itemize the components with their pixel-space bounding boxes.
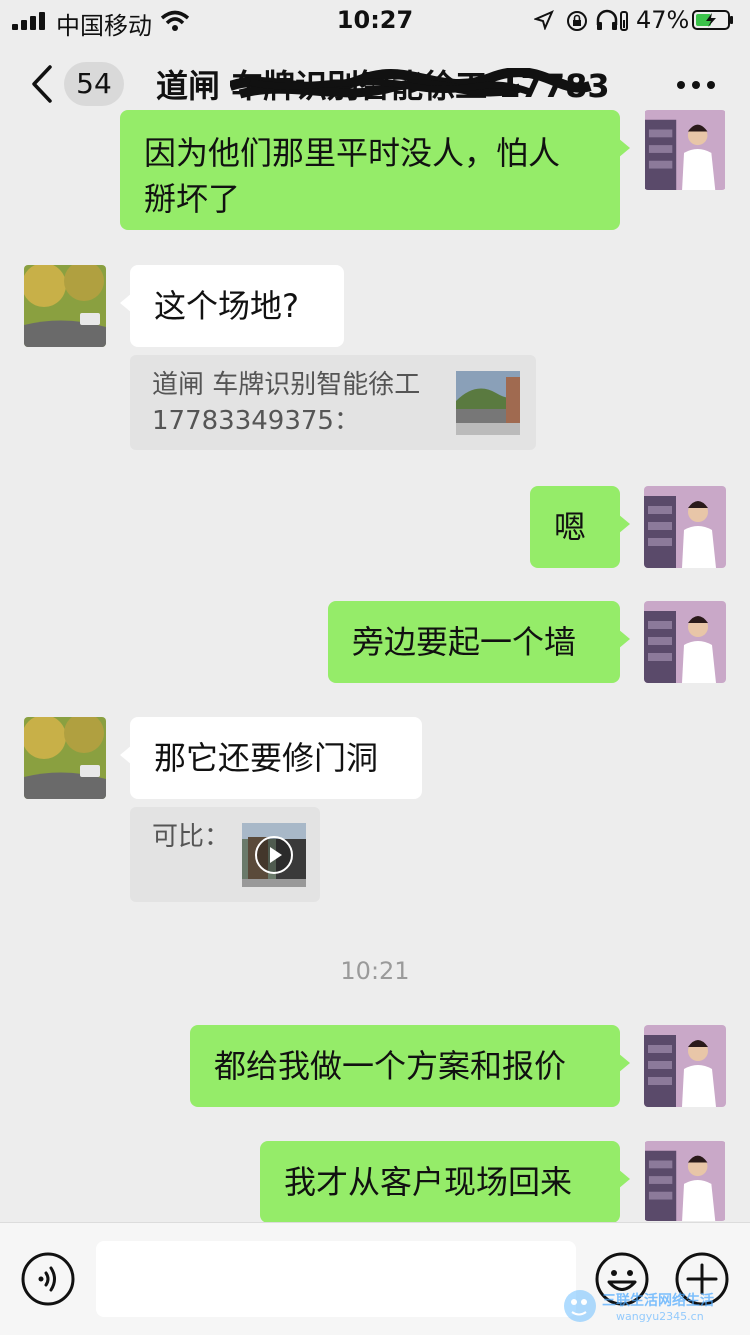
message-bubble-outgoing[interactable]: 嗯 — [530, 486, 630, 568]
rotation-lock-icon — [567, 11, 587, 31]
avatar-contact-image — [24, 717, 106, 799]
redaction-scribble — [230, 68, 592, 99]
message-bubble-outgoing[interactable]: 我才从客户现场回来 — [260, 1141, 630, 1223]
message-text: 都给我做一个方案和报价 — [214, 1047, 567, 1085]
avatar-contact-image — [24, 265, 106, 347]
message-text: 我才从客户现场回来 — [284, 1163, 573, 1201]
avatar-self-image — [644, 486, 726, 568]
message-bubble-outgoing[interactable]: 旁边要起一个墙 — [328, 601, 630, 683]
message-timestamp: 10:21 — [340, 957, 410, 985]
avatar-self[interactable] — [644, 486, 726, 568]
quote-text: 可比： — [152, 822, 231, 852]
voice-icon[interactable] — [20, 1251, 76, 1307]
message-bubble-incoming[interactable]: 这个场地? — [120, 265, 344, 347]
quote-video-thumbnail[interactable] — [242, 823, 306, 887]
watermark-text: 三联生活网络生活 — [602, 1293, 714, 1309]
quote-thumbnail-image[interactable] — [456, 371, 520, 435]
chevron-left-icon[interactable] — [30, 64, 54, 104]
avatar-self-image — [645, 110, 725, 190]
more-dots-icon[interactable] — [676, 80, 716, 90]
avatar-contact[interactable] — [24, 717, 106, 799]
message-bubble-incoming[interactable]: 那它还要修门洞 — [120, 717, 422, 799]
battery-percent: 47% — [636, 6, 690, 34]
avatar-self-image — [644, 1025, 726, 1107]
play-icon[interactable] — [254, 835, 294, 875]
quoted-message[interactable]: 道闸 车牌识别智能徐工 17783349375： — [130, 355, 536, 450]
avatar-self[interactable] — [644, 1141, 726, 1221]
location-arrow-icon — [534, 10, 554, 30]
message-bubble-outgoing[interactable]: 都给我做一个方案和报价 — [190, 1025, 630, 1107]
message-text: 这个场地? — [154, 287, 299, 325]
avatar-contact[interactable] — [24, 265, 106, 347]
message-bubble-outgoing[interactable]: 因为他们那里平时没人，怕人 掰坏了 — [120, 110, 630, 230]
message-text: 那它还要修门洞 — [154, 739, 379, 777]
avatar-self[interactable] — [644, 1025, 726, 1107]
battery-charging-icon — [692, 10, 733, 30]
message-text: 因为他们那里平时没人，怕人 掰坏了 — [144, 134, 561, 218]
avatar-self-image — [645, 1141, 725, 1221]
unread-count-badge[interactable]: 54 — [64, 62, 124, 106]
avatar-self[interactable] — [644, 601, 726, 683]
quoted-message[interactable]: 可比： — [130, 807, 320, 902]
headphone-icon — [596, 9, 628, 31]
message-text: 旁边要起一个墙 — [352, 623, 577, 661]
avatar-self[interactable] — [644, 110, 726, 190]
quote-text: 道闸 车牌识别智能徐工 17783349375： — [152, 370, 421, 436]
message-text: 嗯 — [554, 508, 587, 546]
watermark-url: wangyu2345.cn — [616, 1310, 704, 1323]
status-bar: 中国移动 10:27 47% — [0, 0, 750, 40]
message-input[interactable] — [96, 1241, 576, 1317]
avatar-self-image — [644, 601, 726, 683]
